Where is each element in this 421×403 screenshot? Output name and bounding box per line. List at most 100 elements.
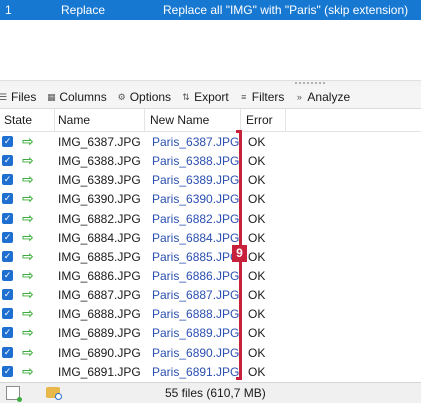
green-arrow-icon: ⇨ — [22, 286, 34, 303]
table-row[interactable]: ✓ ⇨ IMG_6389.JPG Paris_6389.JPG OK — [0, 170, 421, 189]
cell-error: OK — [248, 307, 266, 322]
table-row[interactable]: ✓ ⇨ IMG_6888.JPG Paris_6888.JPG OK — [0, 304, 421, 323]
cell-error: OK — [248, 326, 266, 341]
cell-error: OK — [248, 288, 266, 303]
cell-name: IMG_6387.JPG — [58, 135, 141, 149]
cell-name: IMG_6890.JPG — [58, 345, 141, 360]
column-header-name[interactable]: Name — [58, 113, 90, 127]
analyze-label: Analyze — [307, 90, 351, 104]
cell-error: OK — [248, 192, 266, 207]
table-row[interactable]: ✓ ⇨ IMG_6887.JPG Paris_6887.JPG OK — [0, 285, 421, 304]
cell-new-name: Paris_6886.JPG — [152, 268, 240, 283]
cell-error: OK — [248, 364, 266, 379]
cell-error: OK — [248, 135, 266, 149]
green-arrow-icon: ⇨ — [22, 343, 34, 360]
column-header-new-name[interactable]: New Name — [150, 113, 209, 127]
column-separator[interactable] — [285, 109, 286, 131]
cell-name: IMG_6888.JPG — [58, 307, 141, 322]
table-row[interactable]: ✓ ⇨ IMG_6884.JPG Paris_6884.JPG OK — [0, 228, 421, 247]
green-arrow-icon: ⇨ — [22, 228, 34, 245]
options-icon: ⚙ — [117, 92, 126, 102]
splitter-grip[interactable] — [295, 82, 325, 84]
table-row[interactable]: ✓ ⇨ IMG_6886.JPG Paris_6886.JPG OK — [0, 266, 421, 285]
cell-error: OK — [248, 249, 266, 264]
cell-error: OK — [248, 345, 266, 360]
checkbox-checked-icon[interactable]: ✓ — [2, 250, 13, 262]
new-file-icon[interactable] — [6, 386, 22, 402]
column-separator[interactable] — [54, 109, 55, 131]
checkbox-checked-icon[interactable]: ✓ — [2, 155, 13, 167]
analyze-menu-button[interactable]: » Analyze — [294, 90, 350, 104]
column-separator[interactable] — [144, 109, 145, 131]
checkbox-checked-icon[interactable]: ✓ — [2, 327, 13, 339]
table-row[interactable]: ✓ ⇨ IMG_6890.JPG Paris_6890.JPG OK — [0, 343, 421, 362]
analyze-icon: » — [296, 92, 302, 102]
export-label: Export — [194, 90, 229, 104]
green-arrow-icon: ⇨ — [22, 209, 34, 226]
filters-menu-button[interactable]: ≡ Filters — [239, 90, 285, 104]
rules-empty-area — [0, 20, 421, 80]
export-menu-button[interactable]: ⇅ Export — [181, 90, 229, 104]
checkbox-checked-icon[interactable]: ✓ — [2, 346, 13, 358]
cell-name: IMG_6886.JPG — [58, 268, 141, 283]
rename-rule-row[interactable]: 1 Replace Replace all "IMG" with "Paris"… — [0, 0, 421, 20]
green-arrow-icon: ⇨ — [22, 171, 34, 188]
checkbox-checked-icon[interactable]: ✓ — [2, 308, 13, 320]
status-file-count: 55 files (610,7 MB) — [165, 386, 266, 400]
cell-name: IMG_6891.JPG — [58, 364, 141, 379]
rule-action: Replace — [61, 3, 106, 17]
table-row[interactable]: ✓ ⇨ IMG_6889.JPG Paris_6889.JPG OK — [0, 323, 421, 342]
export-icon: ⇅ — [182, 92, 190, 102]
table-row[interactable]: ✓ ⇨ IMG_6390.JPG Paris_6390.JPG OK — [0, 189, 421, 208]
checkbox-checked-icon[interactable]: ✓ — [2, 289, 13, 301]
cell-name: IMG_6390.JPG — [58, 192, 141, 207]
checkbox-checked-icon[interactable]: ✓ — [2, 365, 13, 377]
table-row[interactable]: ✓ ⇨ IMG_6388.JPG Paris_6388.JPG OK — [0, 151, 421, 170]
green-arrow-icon: ⇨ — [22, 362, 34, 379]
green-arrow-icon: ⇨ — [22, 247, 34, 264]
cell-new-name: Paris_6884.JPG — [152, 230, 240, 245]
green-arrow-icon: ⇨ — [22, 190, 34, 207]
cell-new-name: Paris_6885.JPG — [152, 249, 240, 264]
table-row[interactable]: ✓ ⇨ IMG_6882.JPG Paris_6882.JPG OK — [0, 209, 421, 228]
cell-error: OK — [248, 211, 266, 226]
cell-new-name: Paris_6887.JPG — [152, 288, 240, 303]
cell-name: IMG_6882.JPG — [58, 211, 141, 226]
column-header-error[interactable]: Error — [246, 113, 273, 127]
cell-name: IMG_6388.JPG — [58, 154, 141, 169]
column-header-state[interactable]: State — [4, 113, 32, 127]
cell-error: OK — [248, 173, 266, 188]
cell-new-name: Paris_6388.JPG — [152, 154, 240, 169]
columns-menu-button[interactable]: ▦ Columns — [46, 90, 107, 104]
folder-search-icon[interactable] — [46, 387, 62, 400]
files-menu-button[interactable]: ☰ Files — [0, 90, 36, 104]
files-table-header: State Name New Name Error — [0, 109, 421, 132]
column-separator[interactable] — [240, 109, 241, 131]
checkbox-checked-icon[interactable]: ✓ — [2, 231, 13, 243]
green-arrow-icon: ⇨ — [22, 305, 34, 322]
cell-new-name: Paris_6389.JPG — [152, 173, 240, 188]
cell-new-name: Paris_6390.JPG — [152, 192, 240, 207]
table-row[interactable]: ✓ ⇨ IMG_6387.JPG Paris_6387.JPG OK — [0, 132, 421, 151]
cell-name: IMG_6884.JPG — [58, 230, 141, 245]
table-row[interactable]: ✓ ⇨ IMG_6891.JPG Paris_6891.JPG OK — [0, 362, 421, 380]
rule-description: Replace all "IMG" with "Paris" (skip ext… — [163, 3, 409, 17]
checkbox-checked-icon[interactable]: ✓ — [2, 212, 13, 224]
checkbox-checked-icon[interactable]: ✓ — [2, 174, 13, 186]
rule-number: 1 — [5, 3, 12, 17]
cell-new-name: Paris_6882.JPG — [152, 211, 240, 226]
checkbox-checked-icon[interactable]: ✓ — [2, 269, 13, 281]
checkbox-checked-icon[interactable]: ✓ — [2, 193, 13, 205]
options-menu-button[interactable]: ⚙ Options — [117, 90, 171, 104]
cell-new-name: Paris_6888.JPG — [152, 307, 240, 322]
cell-error: OK — [248, 230, 266, 245]
green-arrow-icon: ⇨ — [22, 133, 34, 149]
filters-label: Filters — [251, 90, 285, 104]
cell-error: OK — [248, 154, 266, 169]
green-arrow-icon: ⇨ — [22, 152, 34, 169]
checkbox-checked-icon[interactable]: ✓ — [2, 136, 13, 147]
status-bar: 55 files (610,7 MB) — [0, 382, 421, 403]
table-row[interactable]: ✓ ⇨ IMG_6885.JPG Paris_6885.JPG OK — [0, 247, 421, 266]
files-table-body: ✓ ⇨ IMG_6387.JPG Paris_6387.JPG OK ✓ ⇨ IMG_6388… — [0, 132, 421, 380]
cell-new-name: Paris_6889.JPG — [152, 326, 240, 341]
